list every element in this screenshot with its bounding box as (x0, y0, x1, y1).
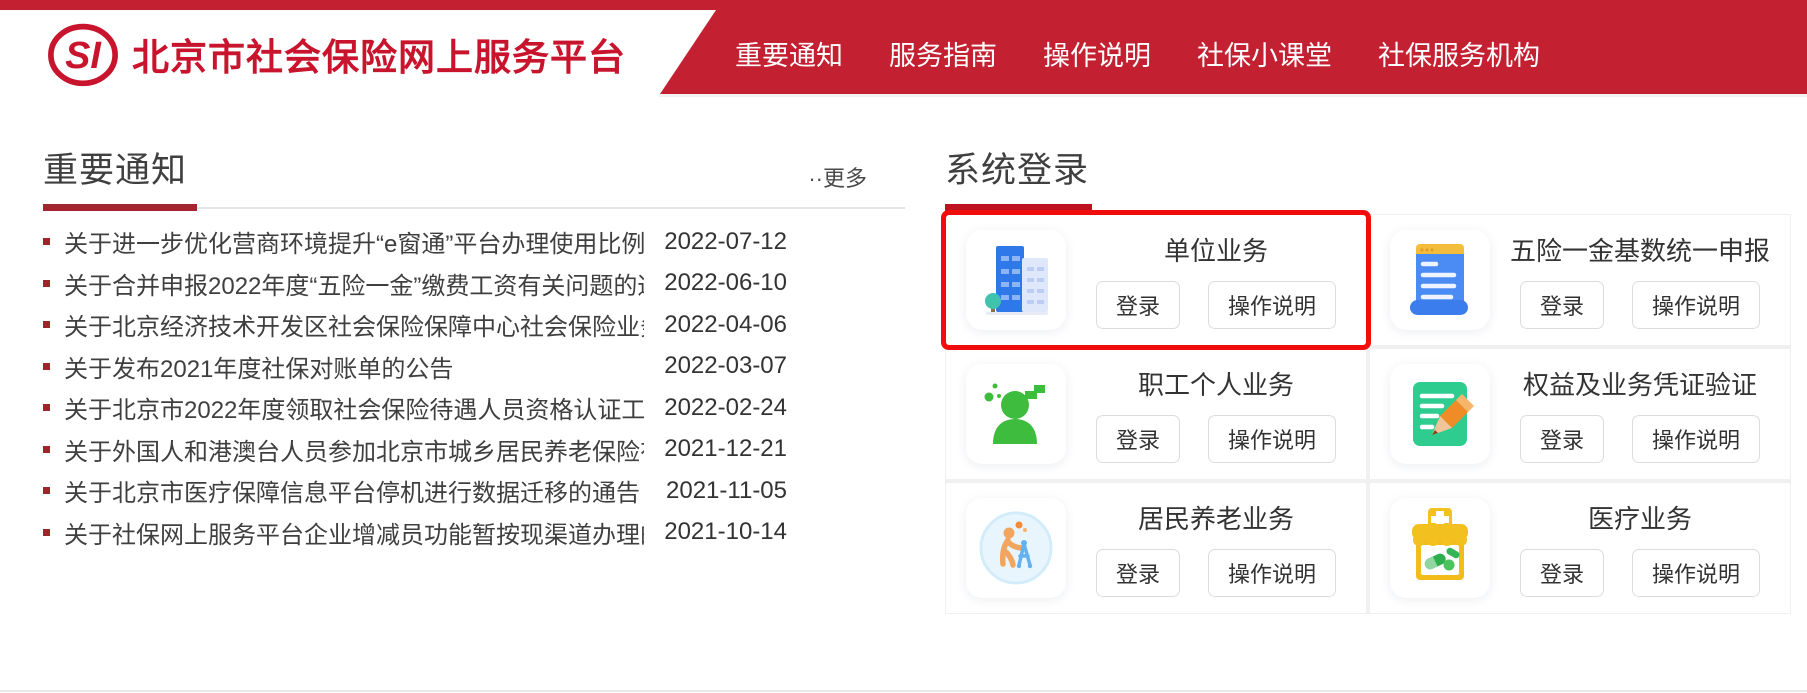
notice-date: 2022-04-06 (664, 311, 787, 339)
notices-title: 重要通知 (43, 142, 187, 193)
login-grid: 单位业务 登录 操作说明 (945, 214, 1791, 614)
system-login-title: 系统登录 (945, 142, 1089, 193)
login-button[interactable]: 登录 (1096, 415, 1180, 463)
si-logo-icon: SI (44, 20, 122, 88)
card-employee-personal: 职工个人业务 登录 操作说明 (946, 349, 1366, 479)
card-title: 职工个人业务 (1138, 365, 1294, 402)
card-certificate-verify: 权益及业务凭证验证 登录 操作说明 (1370, 349, 1790, 479)
document-icon (1390, 230, 1490, 330)
card-title: 居民养老业务 (1138, 499, 1294, 536)
bullet-icon (43, 280, 50, 287)
notice-item: 关于发布2021年度社保对账单的公告 2022-03-07 (43, 346, 905, 388)
icon-tile (1390, 230, 1490, 330)
instructions-button[interactable]: 操作说明 (1208, 415, 1336, 463)
notice-link[interactable]: 关于社保网上服务平台企业增减员功能暂按现渠道办理的通知 (64, 515, 644, 550)
notice-link[interactable]: 关于外国人和港澳台人员参加北京市城乡居民养老保险有... (64, 432, 644, 467)
notice-date: 2021-10-14 (664, 518, 787, 546)
bullet-icon (43, 404, 50, 411)
nav-instructions[interactable]: 操作说明 (1043, 34, 1151, 73)
notice-list: 关于进一步优化营商环境提升“e窗通”平台办理使用比例... 2022-07-12… (43, 221, 905, 553)
bullet-icon (43, 446, 50, 453)
notice-item: 关于北京经济技术开发区社会保险保障中心社会保险业务... 2022-04-06 (43, 304, 905, 346)
header: SI 北京市社会保险网上服务平台 重要通知 服务指南 操作说明 社保小课堂 社保… (0, 0, 1807, 97)
notice-link[interactable]: 关于合并申报2022年度“五险一金”缴费工资有关问题的通知 (64, 266, 644, 301)
bullet-icon (43, 321, 50, 328)
page-bottom-divider (0, 690, 1807, 692)
logo-plate: SI 北京市社会保险网上服务平台 (0, 10, 716, 97)
notice-item: 关于北京市医疗保障信息平台停机进行数据迁移的通告 2021-11-05 (43, 470, 905, 512)
icon-tile (966, 230, 1066, 330)
notice-date: 2022-07-12 (664, 228, 787, 256)
icon-tile (1390, 498, 1490, 598)
notice-item: 关于进一步优化营商环境提升“e窗通”平台办理使用比例... 2022-07-12 (43, 221, 905, 263)
elderly-walker-icon (966, 498, 1066, 598)
bullet-icon (43, 487, 50, 494)
notice-date: 2022-06-10 (664, 269, 787, 297)
notice-date: 2021-12-21 (664, 435, 787, 463)
card-title: 医疗业务 (1588, 499, 1692, 536)
person-icon (966, 364, 1066, 464)
notice-link[interactable]: 关于北京市2022年度领取社会保险待遇人员资格认证工作... (64, 390, 644, 425)
login-button[interactable]: 登录 (1096, 281, 1180, 329)
note-pencil-icon (1390, 364, 1490, 464)
site-title: 北京市社会保险网上服务平台 (132, 27, 626, 81)
card-medical-business: 医疗业务 登录 操作说明 (1370, 483, 1790, 613)
medical-shop-icon (1390, 498, 1490, 598)
instructions-button[interactable]: 操作说明 (1208, 281, 1336, 329)
buildings-icon (966, 230, 1066, 330)
instructions-button[interactable]: 操作说明 (1632, 549, 1760, 597)
bullet-icon (43, 238, 50, 245)
more-link[interactable]: ··更多 (808, 161, 867, 193)
notice-item: 关于外国人和港澳台人员参加北京市城乡居民养老保险有... 2021-12-21 (43, 429, 905, 471)
notice-date: 2021-11-05 (666, 477, 787, 505)
nav-important-notices[interactable]: 重要通知 (735, 34, 843, 73)
nav-social-security-class[interactable]: 社保小课堂 (1197, 34, 1332, 73)
card-title: 单位业务 (1164, 231, 1268, 268)
card-resident-pension: 居民养老业务 登录 操作说明 (946, 483, 1366, 613)
page: SI 北京市社会保险网上服务平台 重要通知 服务指南 操作说明 社保小课堂 社保… (0, 0, 1807, 693)
icon-tile (1390, 364, 1490, 464)
bullet-icon (43, 529, 50, 536)
notice-link[interactable]: 关于发布2021年度社保对账单的公告 (64, 349, 644, 384)
notices-section: 重要通知 ··更多 关于进一步优化营商环境提升“e窗通”平台办理使用比例... … (43, 142, 905, 553)
card-title: 五险一金基数统一申报 (1510, 231, 1770, 268)
card-unit-business: 单位业务 登录 操作说明 (946, 215, 1366, 345)
login-button[interactable]: 登录 (1096, 549, 1180, 597)
card-title: 权益及业务凭证验证 (1523, 365, 1757, 402)
notice-link[interactable]: 关于进一步优化营商环境提升“e窗通”平台办理使用比例... (64, 224, 644, 259)
bullet-icon (43, 363, 50, 370)
login-button[interactable]: 登录 (1520, 415, 1604, 463)
system-login-divider (945, 204, 1791, 212)
login-button[interactable]: 登录 (1520, 549, 1604, 597)
notices-divider (43, 204, 905, 212)
nav-service-guide[interactable]: 服务指南 (889, 34, 997, 73)
instructions-button[interactable]: 操作说明 (1632, 281, 1760, 329)
instructions-button[interactable]: 操作说明 (1632, 415, 1760, 463)
notice-date: 2022-03-07 (664, 352, 787, 380)
icon-tile (966, 364, 1066, 464)
login-button[interactable]: 登录 (1520, 281, 1604, 329)
svg-text:SI: SI (65, 35, 102, 77)
notice-link[interactable]: 关于北京经济技术开发区社会保险保障中心社会保险业务... (64, 307, 644, 342)
system-login-section: 系统登录 (945, 142, 1791, 614)
icon-tile (966, 498, 1066, 598)
notice-item: 关于合并申报2022年度“五险一金”缴费工资有关问题的通知 2022-06-10 (43, 263, 905, 305)
card-five-insurance-declare: 五险一金基数统一申报 登录 操作说明 (1370, 215, 1790, 345)
notice-item: 关于社保网上服务平台企业增减员功能暂按现渠道办理的通知 2021-10-14 (43, 512, 905, 554)
notice-date: 2022-02-24 (664, 394, 787, 422)
top-nav: 重要通知 服务指南 操作说明 社保小课堂 社保服务机构 (735, 10, 1540, 97)
nav-service-agencies[interactable]: 社保服务机构 (1378, 34, 1540, 73)
instructions-button[interactable]: 操作说明 (1208, 549, 1336, 597)
notice-item: 关于北京市2022年度领取社会保险待遇人员资格认证工作... 2022-02-2… (43, 387, 905, 429)
notice-link[interactable]: 关于北京市医疗保障信息平台停机进行数据迁移的通告 (64, 473, 646, 508)
